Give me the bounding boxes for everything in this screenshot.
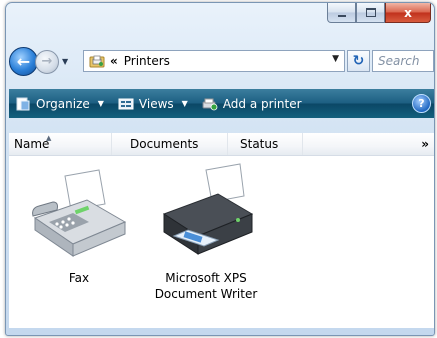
printers-folder-icon — [89, 54, 105, 68]
search-input[interactable]: Search — [372, 50, 434, 72]
forward-arrow-icon: → — [41, 54, 53, 69]
list-item-xps-writer-line2: Document Writer — [154, 287, 258, 301]
breadcrumb-printers[interactable]: Printers — [124, 54, 170, 68]
views-button[interactable]: Views ▼ — [112, 89, 196, 118]
maximize-icon — [365, 8, 376, 17]
list-item-xps-writer[interactable]: Microsoft XPS Document Writer — [151, 156, 261, 302]
refresh-button[interactable]: ↻ — [347, 50, 370, 72]
column-header-name[interactable]: ▲ Name — [9, 133, 112, 155]
add-printer-icon — [202, 98, 218, 110]
refresh-icon: ↻ — [352, 53, 365, 69]
back-button[interactable]: ← — [9, 47, 38, 76]
recent-pages-dropdown[interactable]: ▼ — [62, 57, 72, 66]
organize-label: Organize — [36, 96, 90, 111]
views-label: Views — [138, 96, 174, 111]
list-item-fax-label: Fax — [68, 271, 90, 285]
list-item-fax[interactable]: Fax — [24, 156, 134, 286]
address-dropdown-icon[interactable]: ▼ — [332, 54, 339, 64]
column-header-status-label: Status — [240, 137, 279, 151]
list-item-xps-writer-line1: Microsoft XPS — [165, 271, 247, 285]
printers-list: Fax Microsoft XPS Document Writer — [9, 156, 434, 328]
printer-icon — [162, 163, 254, 255]
help-icon: ? — [418, 97, 425, 110]
column-header-name-label: Name — [14, 137, 50, 151]
fax-machine-icon — [32, 169, 127, 257]
close-button[interactable]: x — [385, 3, 431, 23]
maximize-button[interactable] — [356, 3, 385, 23]
add-printer-button[interactable]: Add a printer — [196, 89, 310, 118]
column-header-status[interactable]: Status — [228, 133, 303, 155]
caption-buttons: x — [327, 3, 431, 23]
column-header-documents-label: Documents — [130, 137, 199, 151]
add-printer-label: Add a printer — [222, 96, 302, 111]
minimize-button[interactable] — [327, 3, 356, 23]
explorer-window: x ← → ▼ « Printers ▼ ↻ Search Organize ▼ — [5, 2, 435, 336]
breadcrumb-separator[interactable]: « — [110, 54, 118, 68]
command-toolbar: Organize ▼ Views ▼ Add a printer ? — [9, 89, 434, 118]
more-columns-button[interactable]: » — [421, 133, 429, 155]
address-bar[interactable]: « Printers ▼ — [83, 50, 345, 72]
minimize-icon — [337, 14, 346, 17]
back-arrow-icon: ← — [16, 51, 31, 71]
help-button[interactable]: ? — [412, 94, 431, 113]
organize-button[interactable]: Organize ▼ — [9, 89, 112, 118]
views-icon — [118, 98, 134, 109]
views-dropdown-icon: ▼ — [181, 99, 188, 108]
column-header-documents[interactable]: Documents — [112, 133, 228, 155]
close-icon: x — [404, 5, 412, 20]
organize-icon — [16, 97, 30, 110]
sort-ascending-icon: ▲ — [46, 134, 52, 142]
organize-dropdown-icon: ▼ — [97, 99, 104, 108]
forward-button[interactable]: → — [35, 49, 59, 74]
list-item-xps-writer-label: Microsoft XPS Document Writer — [151, 270, 261, 302]
column-headers: ▲ Name Documents Status » — [9, 133, 434, 156]
navigation-buttons: ← → ▼ — [9, 47, 72, 76]
